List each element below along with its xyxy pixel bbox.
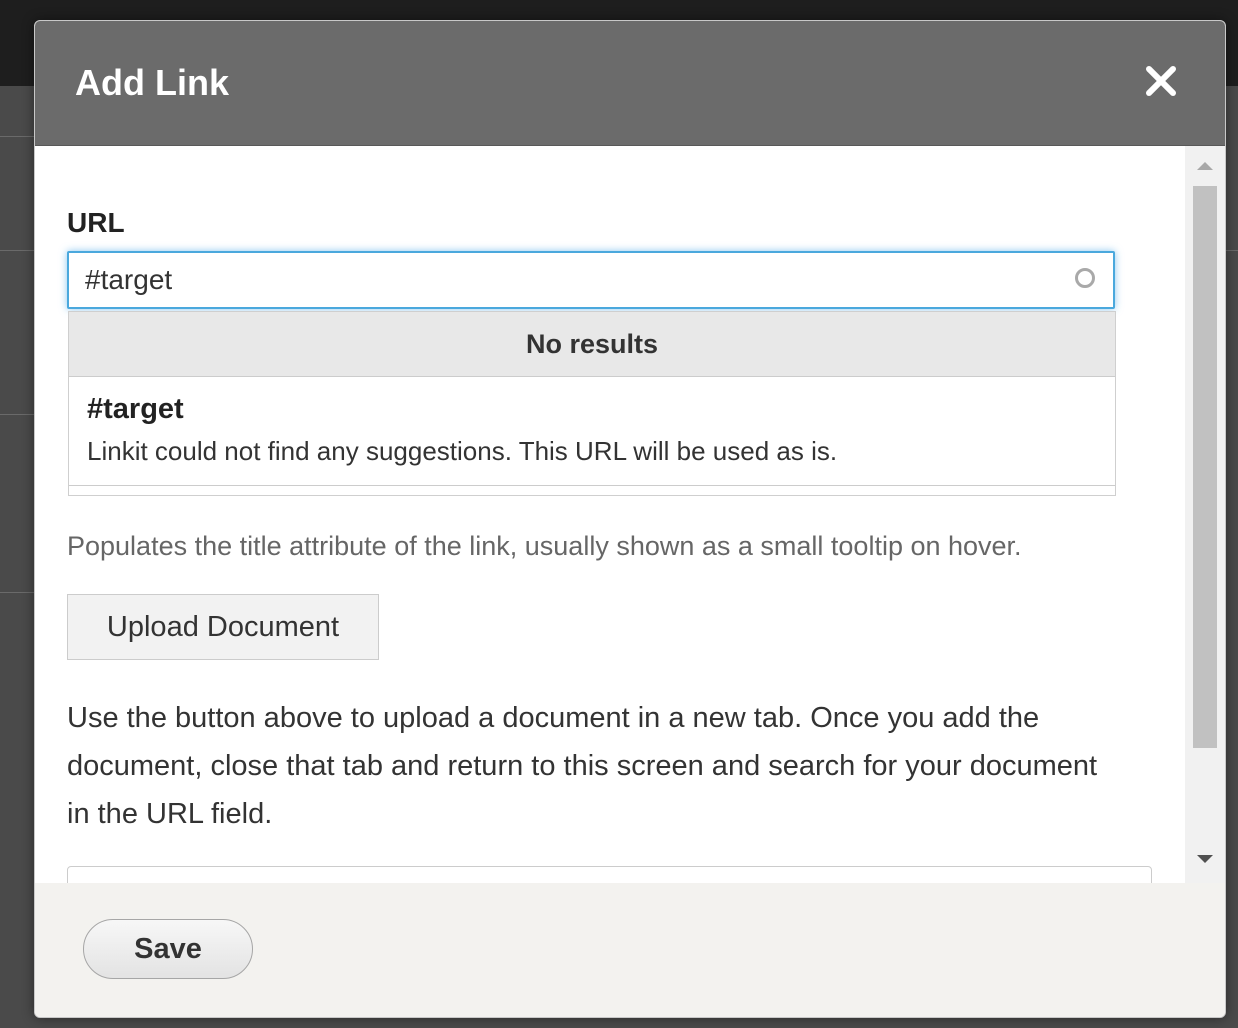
suggestion-title: #target [87,393,184,425]
close-button[interactable] [1141,61,1181,101]
autocomplete-dropdown: No results #target Linkit could not find… [68,311,1116,496]
close-icon [1146,66,1176,96]
title-help-text: Populates the title attribute of the lin… [67,531,1022,561]
background-divider [0,250,36,251]
upload-instructions: Use the button above to upload a documen… [67,702,1098,830]
dialog-title: Add Link [75,62,229,103]
suggestion-description: Linkit could not find any suggestions. T… [87,436,838,466]
add-link-dialog: Add Link URL No results #target Linkit c… [34,20,1226,1018]
throbber-icon [1075,268,1095,288]
url-field [67,251,1115,309]
dialog-header: Add Link [35,21,1225,146]
scroll-down-arrow-icon[interactable] [1197,855,1213,863]
scroll-up-arrow-icon[interactable] [1197,162,1213,170]
url-label: URL [67,207,125,238]
url-input[interactable] [69,253,1045,307]
scrollbar[interactable] [1185,146,1225,883]
scrollbar-thumb[interactable] [1193,186,1217,748]
background-divider [0,136,36,137]
additional-field[interactable] [67,866,1152,883]
save-button[interactable]: Save [83,919,253,979]
no-results-header: No results [69,312,1115,377]
dialog-footer: Save [35,883,1225,1017]
upload-document-button[interactable]: Upload Document [67,594,379,660]
background-divider [1226,250,1238,251]
dialog-body: URL No results #target Linkit could not … [35,146,1225,883]
autocomplete-suggestion[interactable]: #target Linkit could not find any sugges… [69,377,1115,486]
background-divider [0,592,36,593]
background-divider [0,414,36,415]
